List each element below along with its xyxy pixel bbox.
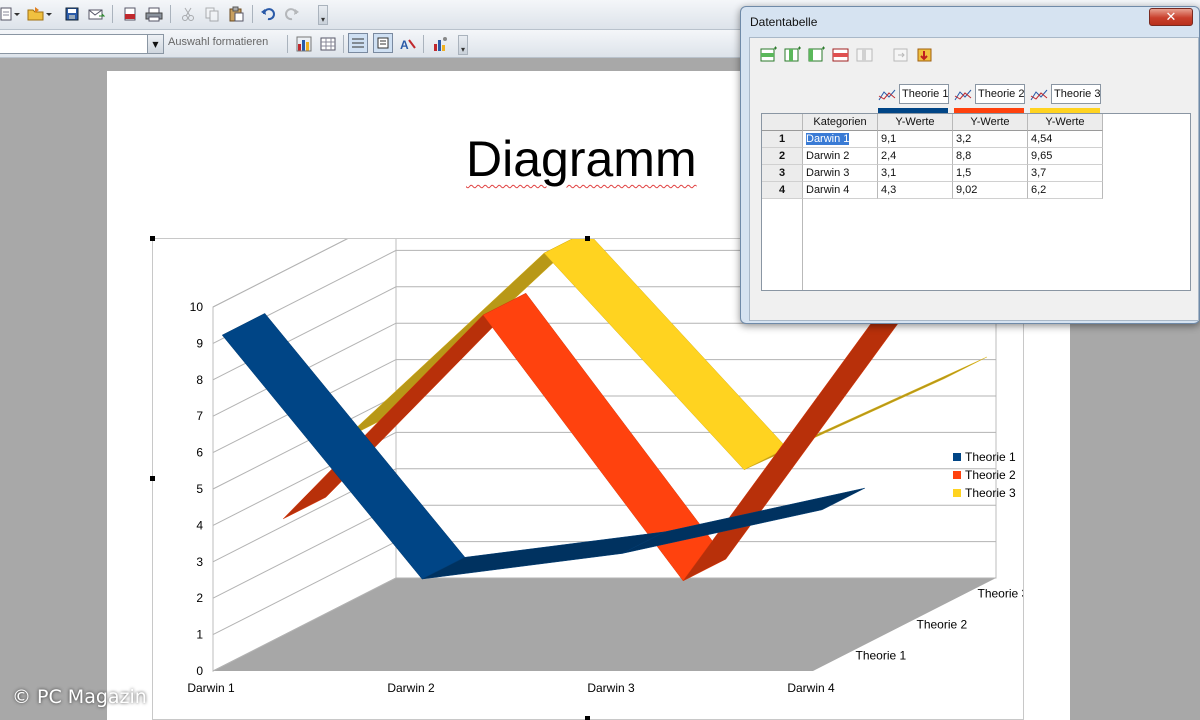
row-header: 4 bbox=[762, 182, 803, 199]
format-selection-button[interactable]: Auswahl formatieren bbox=[168, 36, 268, 48]
series-name-field[interactable]: Theorie 2 bbox=[975, 84, 1025, 104]
legend-swatch bbox=[953, 453, 961, 461]
column-header: Y-Werte bbox=[878, 114, 953, 131]
x-tick-label: Darwin 3 bbox=[587, 681, 635, 695]
depth-axis-label: Theorie 2 bbox=[917, 618, 968, 632]
legend-toggle-icon[interactable] bbox=[373, 33, 393, 53]
watermark: © PC Magazin bbox=[12, 686, 147, 708]
legend-label: Theorie 1 bbox=[965, 450, 1016, 464]
delete-row-icon[interactable] bbox=[832, 46, 850, 64]
value-cell[interactable]: 2,4 bbox=[878, 148, 953, 165]
row-header-divider bbox=[802, 199, 803, 290]
selection-handle[interactable] bbox=[585, 236, 590, 241]
row-header: 3 bbox=[762, 165, 803, 182]
toolbar-overflow-icon-2[interactable]: ▾ bbox=[458, 35, 468, 55]
row-header: 1 bbox=[762, 131, 803, 148]
redo-icon[interactable] bbox=[282, 4, 302, 24]
value-cell[interactable]: 8,8 bbox=[953, 148, 1028, 165]
value-cell[interactable]: 3,2 bbox=[953, 131, 1028, 148]
legend-swatch bbox=[953, 489, 961, 497]
category-cell[interactable]: Darwin 1 bbox=[803, 131, 878, 148]
x-tick-label: Darwin 2 bbox=[387, 681, 435, 695]
selection-handle[interactable] bbox=[150, 236, 155, 241]
series-name-field[interactable]: Theorie 3 bbox=[1051, 84, 1101, 104]
data-table-dialog: Datentabelle ✕ Theorie 1 Theorie 2 Theor… bbox=[740, 6, 1200, 324]
y-tick-label: 0 bbox=[196, 664, 203, 678]
column-header: Y-Werte bbox=[1028, 114, 1103, 131]
y-tick-label: 2 bbox=[196, 591, 203, 605]
y-tick-label: 5 bbox=[196, 482, 203, 496]
save-icon[interactable] bbox=[62, 4, 82, 24]
corner-cell bbox=[762, 114, 803, 131]
print-icon[interactable] bbox=[144, 4, 164, 24]
export-pdf-icon[interactable] bbox=[120, 4, 140, 24]
y-tick-label: 10 bbox=[190, 300, 204, 314]
chart-type-icon[interactable] bbox=[294, 34, 314, 54]
automatic-layout-icon[interactable] bbox=[430, 34, 450, 54]
insert-text-column-icon[interactable] bbox=[808, 46, 826, 64]
page-title: Diagramm bbox=[466, 131, 697, 187]
insert-series-icon[interactable] bbox=[784, 46, 802, 64]
delete-series-icon[interactable] bbox=[856, 46, 874, 64]
y-tick-label: 9 bbox=[196, 336, 203, 350]
column-header: Y-Werte bbox=[953, 114, 1028, 131]
new-dropdown-arrow-icon[interactable] bbox=[12, 4, 22, 24]
send-email-icon[interactable] bbox=[86, 4, 106, 24]
dialog-body: Theorie 1 Theorie 2 Theorie 3 Kategorien… bbox=[749, 37, 1199, 321]
value-cell[interactable]: 3,7 bbox=[1028, 165, 1103, 182]
svg-text:A: A bbox=[400, 38, 409, 52]
value-cell[interactable]: 3,1 bbox=[878, 165, 953, 182]
series-chart-icon bbox=[878, 89, 896, 101]
undo-icon[interactable] bbox=[258, 4, 278, 24]
move-row-down-icon[interactable] bbox=[916, 46, 934, 64]
y-tick-label: 8 bbox=[196, 373, 203, 387]
legend-label: Theorie 3 bbox=[965, 486, 1016, 500]
toolbar-overflow-icon[interactable]: ▾ bbox=[318, 5, 328, 25]
x-tick-label: Darwin 4 bbox=[787, 681, 835, 695]
y-tick-label: 7 bbox=[196, 409, 203, 423]
chart-element-combo[interactable]: ▼ bbox=[0, 34, 164, 54]
copy-icon[interactable] bbox=[202, 4, 222, 24]
selection-handle[interactable] bbox=[150, 476, 155, 481]
scale-text-icon[interactable]: A bbox=[398, 34, 418, 54]
column-header: Kategorien bbox=[803, 114, 878, 131]
y-tick-label: 3 bbox=[196, 555, 203, 569]
y-tick-label: 1 bbox=[196, 628, 203, 642]
horizontal-grids-icon[interactable] bbox=[348, 33, 368, 53]
value-cell[interactable]: 9,65 bbox=[1028, 148, 1103, 165]
dialog-title: Datentabelle bbox=[750, 15, 818, 29]
paste-icon[interactable] bbox=[226, 4, 246, 24]
y-tick-label: 4 bbox=[196, 518, 203, 532]
close-button[interactable]: ✕ bbox=[1149, 8, 1193, 26]
category-text: Darwin 1 bbox=[806, 133, 850, 145]
value-cell[interactable]: 1,5 bbox=[953, 165, 1028, 182]
category-cell[interactable]: Darwin 3 bbox=[803, 165, 878, 182]
legend-swatch bbox=[953, 471, 961, 479]
category-cell[interactable]: Darwin 2 bbox=[803, 148, 878, 165]
data-table-grid[interactable]: Kategorien Y-Werte Y-Werte Y-Werte 1 Dar… bbox=[761, 113, 1191, 291]
data-table-icon[interactable] bbox=[318, 34, 338, 54]
move-series-right-icon[interactable] bbox=[892, 46, 910, 64]
series-chart-icon bbox=[954, 89, 972, 101]
x-tick-label: Darwin 1 bbox=[187, 681, 235, 695]
insert-row-icon[interactable] bbox=[760, 46, 778, 64]
depth-axis-label: Theorie 1 bbox=[856, 649, 907, 663]
series-chart-icon bbox=[1030, 89, 1048, 101]
value-cell[interactable]: 4,54 bbox=[1028, 131, 1103, 148]
category-cell[interactable]: Darwin 4 bbox=[803, 182, 878, 199]
value-cell[interactable]: 9,02 bbox=[953, 182, 1028, 199]
row-header: 2 bbox=[762, 148, 803, 165]
depth-axis-label: Theorie 3 bbox=[978, 587, 1024, 601]
y-tick-label: 6 bbox=[196, 446, 203, 460]
selection-handle[interactable] bbox=[585, 716, 590, 720]
chevron-down-icon[interactable]: ▼ bbox=[147, 35, 163, 53]
legend-label: Theorie 2 bbox=[965, 468, 1016, 482]
value-cell[interactable]: 6,2 bbox=[1028, 182, 1103, 199]
value-cell[interactable]: 4,3 bbox=[878, 182, 953, 199]
cut-icon[interactable] bbox=[178, 4, 198, 24]
series-name-field[interactable]: Theorie 1 bbox=[899, 84, 949, 104]
value-cell[interactable]: 9,1 bbox=[878, 131, 953, 148]
open-dropdown-arrow-icon[interactable] bbox=[44, 4, 54, 24]
open-folder-icon[interactable] bbox=[26, 4, 46, 24]
